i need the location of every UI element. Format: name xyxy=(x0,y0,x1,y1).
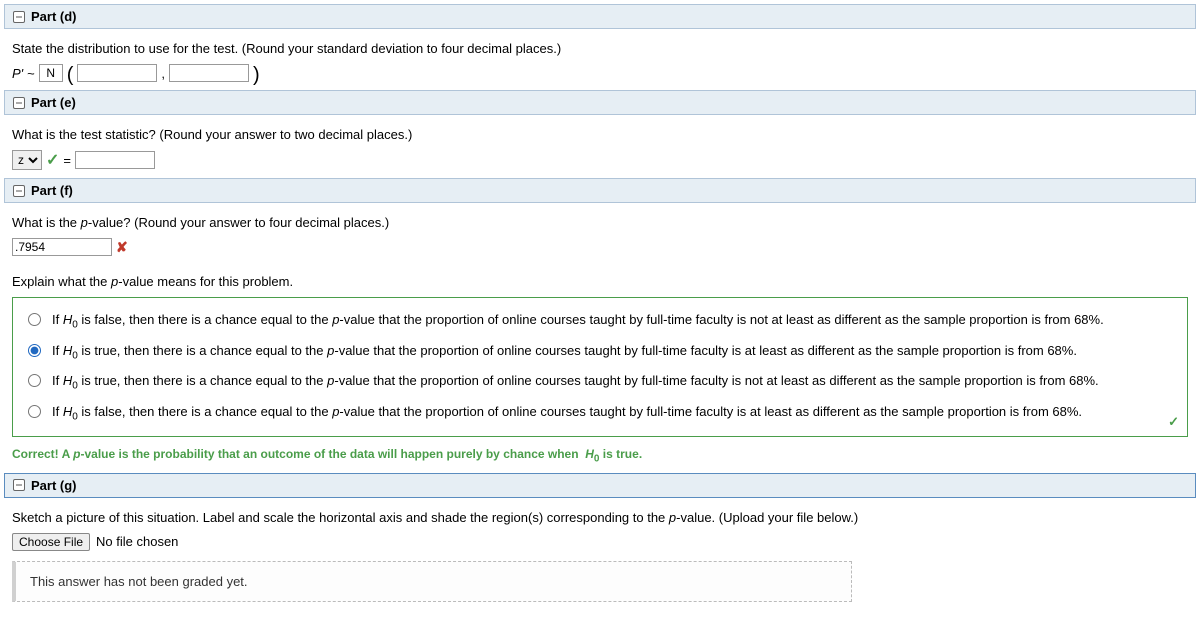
part-f-header[interactable]: Part (f) xyxy=(4,178,1196,203)
p-italic: p xyxy=(81,215,88,230)
part-g-header[interactable]: Part (g) xyxy=(4,473,1196,498)
part-e-prompt: What is the test statistic? (Round your … xyxy=(12,127,1188,142)
comma-label: , xyxy=(161,66,165,81)
part-d-body: State the distribution to use for the te… xyxy=(4,29,1196,90)
no-file-label: No file chosen xyxy=(96,534,178,549)
mc-radio-2[interactable] xyxy=(28,374,41,387)
part-f-title: Part (f) xyxy=(31,183,73,198)
mean-input[interactable] xyxy=(77,64,157,82)
mc-radio-1[interactable] xyxy=(28,344,41,357)
open-paren: ( xyxy=(67,68,74,82)
mc-option-2[interactable]: If H0 is true, then there is a chance eq… xyxy=(23,367,1177,398)
mc-label-0: If H0 is false, then there is a chance e… xyxy=(52,312,1104,331)
mc-label-3: If H0 is false, then there is a chance e… xyxy=(52,404,1082,423)
dist-type-input[interactable] xyxy=(39,64,63,82)
file-input-row: Choose File No file chosen xyxy=(12,533,1188,551)
mc-option-0[interactable]: If H0 is false, then there is a chance e… xyxy=(23,306,1177,337)
explain-prefix: Explain what the xyxy=(12,274,111,289)
mc-radio-3[interactable] xyxy=(28,405,41,418)
part-f-prompt: What is the p-value? (Round your answer … xyxy=(12,215,1188,230)
check-icon: ✓ xyxy=(46,150,59,170)
part-d-title: Part (d) xyxy=(31,9,77,24)
tilde-label: ~ xyxy=(27,66,35,81)
distribution-row: P' ~ ( , ) xyxy=(12,64,1188,82)
part-g-prompt: Sketch a picture of this situation. Labe… xyxy=(12,510,1188,525)
part-d-prompt: State the distribution to use for the te… xyxy=(12,41,1188,56)
part-e-title: Part (e) xyxy=(31,95,76,110)
mc-container: If H0 is false, then there is a chance e… xyxy=(12,297,1188,437)
close-paren: ) xyxy=(253,68,260,82)
not-graded-text: This answer has not been graded yet. xyxy=(30,574,248,589)
part-e-body: What is the test statistic? (Round your … xyxy=(4,115,1196,178)
mc-check-icon: ✓ xyxy=(1168,414,1179,430)
equals-label: = xyxy=(63,153,71,168)
explain-prompt: Explain what the p-value means for this … xyxy=(12,274,1188,289)
mc-radio-0[interactable] xyxy=(28,313,41,326)
pvalue-prompt-prefix: What is the xyxy=(12,215,81,230)
p-value-input[interactable] xyxy=(12,238,112,256)
collapse-icon[interactable] xyxy=(13,11,25,23)
explain-suffix: -value means for this problem. xyxy=(118,274,293,289)
collapse-icon[interactable] xyxy=(13,97,25,109)
p-prime-label: P' xyxy=(12,66,23,81)
part-f-body: What is the p-value? (Round your answer … xyxy=(4,203,1196,473)
stat-value-input[interactable] xyxy=(75,151,155,169)
x-icon: ✘ xyxy=(116,239,128,256)
sd-input[interactable] xyxy=(169,64,249,82)
correct-feedback: Correct! A p-value is the probability th… xyxy=(12,447,1188,464)
mc-label-2: If H0 is true, then there is a chance eq… xyxy=(52,373,1099,392)
collapse-icon[interactable] xyxy=(13,479,25,491)
mc-label-1: If H0 is true, then there is a chance eq… xyxy=(52,343,1077,362)
part-d-header[interactable]: Part (d) xyxy=(4,4,1196,29)
stat-type-select[interactable]: z xyxy=(12,150,42,170)
mc-option-1[interactable]: If H0 is true, then there is a chance eq… xyxy=(23,337,1177,368)
part-e-header[interactable]: Part (e) xyxy=(4,90,1196,115)
part-g-body: Sketch a picture of this situation. Labe… xyxy=(4,498,1196,610)
grading-status-box: This answer has not been graded yet. xyxy=(12,561,852,602)
p-value-row: ✘ xyxy=(12,238,1188,256)
collapse-icon[interactable] xyxy=(13,185,25,197)
pvalue-prompt-suffix: -value? (Round your answer to four decim… xyxy=(88,215,389,230)
part-g-title: Part (g) xyxy=(31,478,77,493)
mc-option-3[interactable]: If H0 is false, then there is a chance e… xyxy=(23,398,1177,429)
choose-file-button[interactable]: Choose File xyxy=(12,533,90,551)
test-stat-row: z ✓ = xyxy=(12,150,1188,170)
